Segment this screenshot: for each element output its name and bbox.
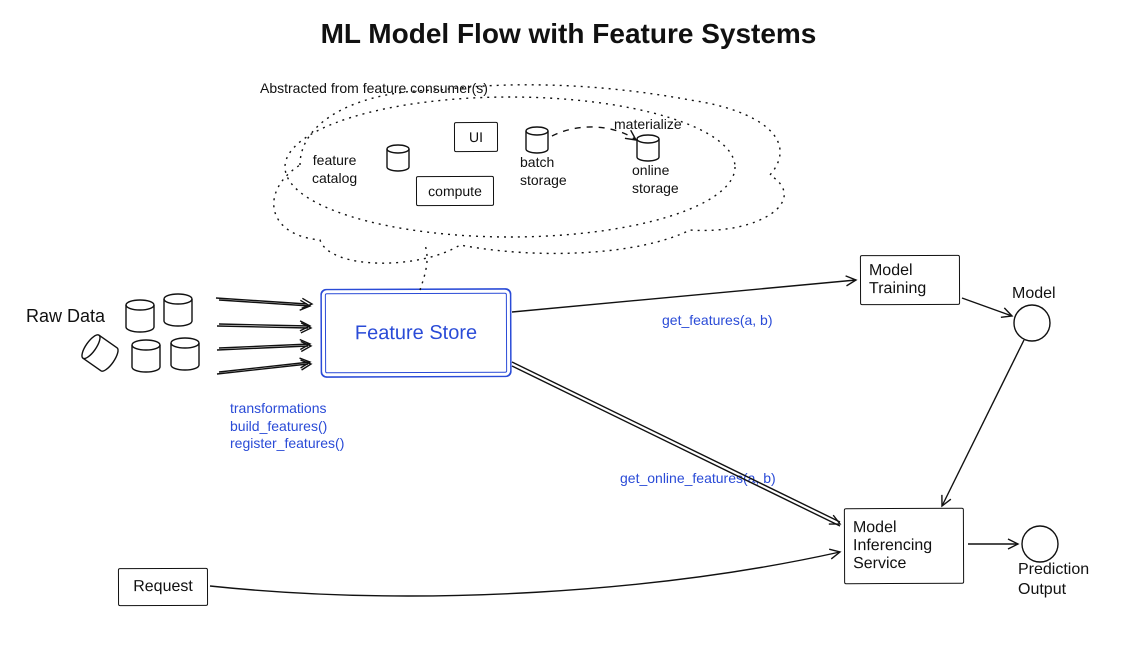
circle-model	[1014, 305, 1050, 341]
arrow-fs-to-training	[512, 280, 856, 312]
arrow-model-to-inference	[942, 340, 1024, 506]
arrow-request-to-inference	[210, 552, 840, 596]
label-online-storage: online storage	[632, 162, 679, 197]
diagram-canvas	[0, 0, 1137, 657]
arrow-inference-to-output-head	[1008, 539, 1018, 549]
annotation-get-online-features: get_online_features(a, b)	[620, 470, 776, 488]
cylinder-feature-catalog-icon	[387, 145, 409, 171]
arrow-training-to-model	[962, 298, 1012, 316]
label-raw-data: Raw Data	[26, 305, 105, 328]
arrow-model-to-inference-head	[938, 495, 951, 508]
arrow-fs-to-inference	[512, 362, 842, 528]
cylinder-raw-4-icon	[132, 340, 160, 372]
box-request: Request	[118, 568, 208, 606]
annotation-materialize: materialize	[614, 116, 682, 134]
cylinder-raw-3-icon	[79, 332, 121, 373]
arrow-training-to-model-head	[1001, 308, 1014, 321]
label-model: Model	[1012, 284, 1056, 304]
arrows-raw-to-fs	[216, 298, 312, 374]
label-batch-storage: batch storage	[520, 154, 567, 189]
cylinder-raw-1-icon	[126, 300, 154, 332]
cylinder-online-storage-icon	[637, 135, 659, 161]
cylinder-batch-storage-icon	[526, 127, 548, 153]
connector-fs-to-cloud	[420, 245, 427, 290]
annotation-transformations: transformations build_features() registe…	[230, 400, 344, 453]
cylinder-raw-2-icon	[164, 294, 192, 326]
diagram-title: ML Model Flow with Feature Systems	[0, 18, 1137, 50]
annotation-abstracted: Abstracted from feature consumer(s)	[260, 80, 488, 98]
box-model-inferencing: Model Inferencing Service	[844, 508, 964, 584]
arrow-fs-to-training-head	[846, 275, 857, 286]
box-feature-store: Feature Store	[325, 293, 507, 374]
label-feature-catalog: feature catalog	[312, 152, 357, 187]
cylinder-raw-5-icon	[171, 338, 199, 370]
box-model-training: Model Training	[860, 255, 960, 305]
box-ui: UI	[454, 122, 498, 152]
arrow-request-to-inference-head	[829, 547, 841, 559]
box-compute: compute	[416, 176, 494, 206]
circle-prediction	[1022, 526, 1058, 562]
annotation-get-features: get_features(a, b)	[662, 312, 773, 330]
label-prediction-output: Prediction Output	[1018, 560, 1089, 600]
